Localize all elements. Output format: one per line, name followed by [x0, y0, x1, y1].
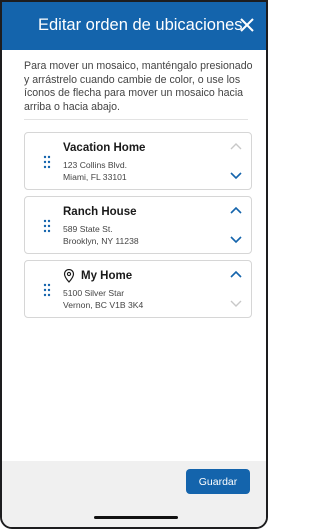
address-line2: Brooklyn, NY 11238	[63, 235, 139, 246]
chevron-up-icon[interactable]	[229, 269, 243, 279]
location-address: 123 Collins Blvd. Miami, FL 33101	[63, 160, 127, 183]
location-address: 589 State St. Brooklyn, NY 11238	[63, 224, 139, 247]
instructions-text: Para mover un mosaico, manténgalo presio…	[24, 60, 253, 113]
address-line2: Vernon, BC V1B 3K4	[63, 299, 144, 310]
address-line2: Miami, FL 33101	[63, 171, 127, 182]
drag-handle-icon[interactable]	[43, 155, 51, 169]
chevron-down-icon[interactable]	[229, 299, 243, 309]
location-name: Ranch House	[63, 206, 137, 218]
page-title: Editar orden de ubicaciones	[38, 16, 243, 34]
address-line1: 589 State St.	[63, 224, 113, 234]
location-card-vacation-home[interactable]: Vacation Home 123 Collins Blvd. Miami, F…	[24, 132, 252, 190]
location-pin-icon	[63, 269, 75, 283]
chevron-up-icon[interactable]	[229, 141, 243, 151]
location-card-ranch-house[interactable]: Ranch House 589 State St. Brooklyn, NY 1…	[24, 196, 252, 254]
chevron-down-icon[interactable]	[229, 235, 243, 245]
chevron-down-icon[interactable]	[229, 171, 243, 181]
drag-handle-icon[interactable]	[43, 283, 51, 297]
home-indicator	[94, 516, 178, 519]
address-line1: 123 Collins Blvd.	[63, 160, 128, 170]
footer-bar: Guardar	[2, 461, 266, 527]
chevron-up-icon[interactable]	[229, 205, 243, 215]
location-card-my-home[interactable]: My Home 5100 Silver Star Vernon, BC V1B …	[24, 260, 252, 318]
divider	[24, 119, 248, 120]
close-icon[interactable]	[238, 16, 256, 34]
save-button[interactable]: Guardar	[186, 469, 250, 494]
drag-handle-icon[interactable]	[43, 219, 51, 233]
address-line1: 5100 Silver Star	[63, 288, 125, 298]
location-name: Vacation Home	[63, 142, 146, 154]
location-address: 5100 Silver Star Vernon, BC V1B 3K4	[63, 288, 143, 311]
screen: Editar orden de ubicaciones Para mover u…	[0, 0, 268, 529]
location-name: My Home	[81, 270, 133, 282]
header-bar: Editar orden de ubicaciones	[2, 2, 266, 50]
